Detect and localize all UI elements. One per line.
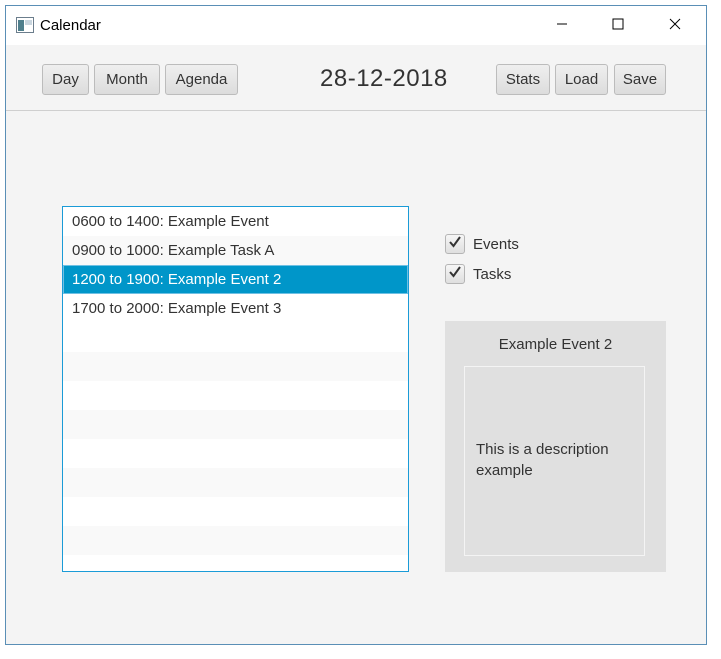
checkmark-icon [448,235,462,253]
tasks-filter-label: Tasks [473,265,512,283]
app-window: Calendar Day Month Agenda 28-12-2018 Sta… [5,5,707,645]
calendar-app-icon [16,17,34,33]
minimize-icon [556,17,568,35]
day-view-button[interactable]: Day [42,64,89,95]
close-button[interactable] [652,6,698,45]
load-button[interactable]: Load [555,64,608,95]
events-filter-checkbox[interactable]: Events [445,233,519,255]
event-detail-title: Example Event 2 [498,336,613,353]
checkmark-icon [448,265,462,283]
list-item[interactable] [63,352,408,381]
list-item[interactable] [63,381,408,410]
list-item[interactable] [63,410,408,439]
title-bar: Calendar [6,6,706,45]
list-item[interactable] [63,439,408,468]
tasks-filter-checkbox[interactable]: Tasks [445,263,511,285]
agenda-view-button[interactable]: Agenda [165,64,238,95]
list-item[interactable]: 1700 to 2000: Example Event 3 [63,294,408,323]
list-item[interactable] [63,468,408,497]
maximize-button[interactable] [595,6,641,45]
list-item-selected[interactable]: 1200 to 1900: Example Event 2 [63,265,408,294]
events-filter-label: Events [473,235,519,253]
checkbox-box[interactable] [445,264,465,284]
list-item[interactable] [63,497,408,526]
toolbar: Day Month Agenda 28-12-2018 Stats Load S… [6,45,706,111]
list-item[interactable]: 0600 to 1400: Example Event [63,207,408,236]
event-description[interactable]: This is a description example [464,366,645,556]
list-item[interactable]: 0900 to 1000: Example Task A [63,236,408,265]
close-icon [669,17,681,35]
checkbox-box[interactable] [445,234,465,254]
list-item[interactable] [63,526,408,555]
maximize-icon [612,17,624,35]
month-view-button[interactable]: Month [94,64,160,95]
minimize-button[interactable] [539,6,585,45]
save-button[interactable]: Save [614,64,666,95]
window-title: Calendar [40,17,101,34]
stats-button[interactable]: Stats [496,64,550,95]
event-detail-panel: Example Event 2 This is a description ex… [445,321,666,572]
current-date: 28-12-2018 [320,65,448,92]
events-list[interactable]: 0600 to 1400: Example Event 0900 to 1000… [62,206,409,572]
list-item[interactable] [63,323,408,352]
